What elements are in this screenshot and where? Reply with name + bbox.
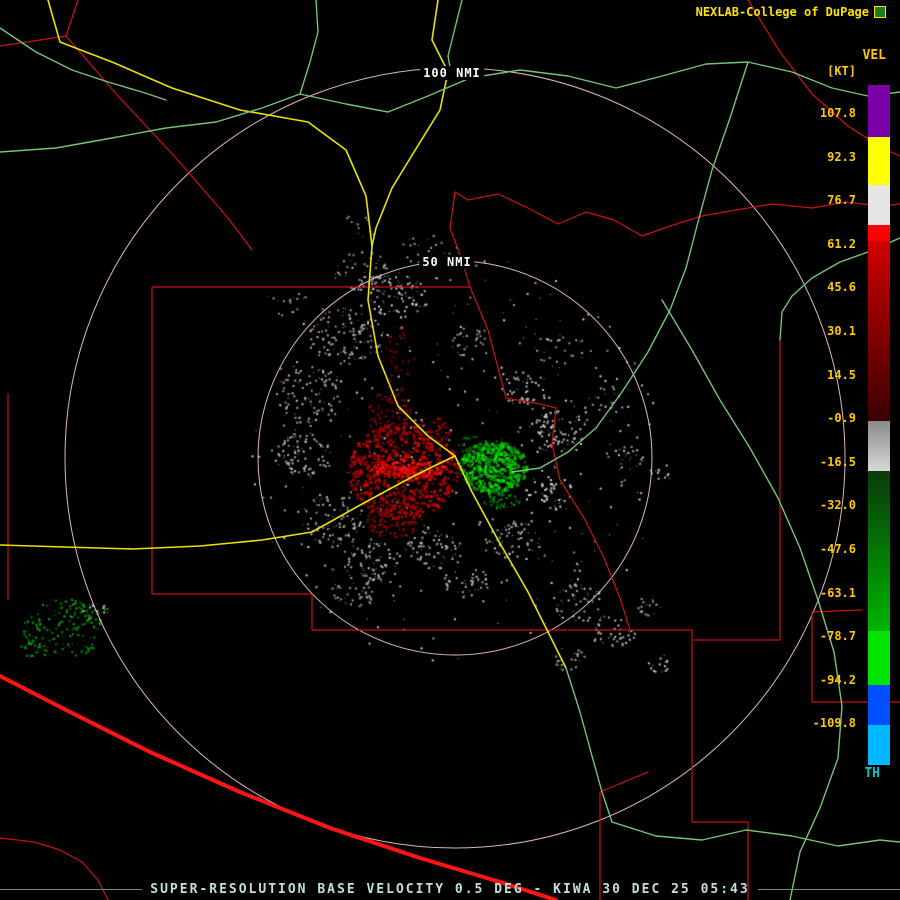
range-ring: [257, 260, 653, 656]
county-borders: [599, 771, 649, 900]
range-ring-label: 100 NMI: [420, 66, 484, 80]
colorbar-segment: [868, 137, 890, 185]
highways: [454, 455, 567, 669]
radar-screen: 100 NMI 50 NMI NEXLAB-College of DuPage V…: [0, 0, 900, 900]
status-divider-right: [757, 889, 900, 890]
county-borders: [449, 191, 471, 288]
county-borders: [469, 286, 631, 631]
rivers: [611, 821, 900, 847]
highways: [371, 0, 449, 247]
scale-unit: [KT]: [827, 64, 856, 78]
scale-threshold-label: TH: [864, 766, 880, 781]
product-status-bar: SUPER-RESOLUTION BASE VELOCITY 0.5 DEG -…: [0, 882, 900, 897]
colorbar-segment: [868, 225, 890, 241]
county-borders: [691, 629, 749, 900]
colorbar-segment: [868, 85, 890, 137]
colorbar-segment: [868, 241, 890, 421]
product-title: SUPER-RESOLUTION BASE VELOCITY 0.5 DEG -…: [150, 882, 750, 897]
international-border: [0, 674, 558, 900]
velocity-colorbar: [868, 85, 890, 765]
rivers: [0, 27, 167, 101]
range-ring-label: 50 NMI: [419, 255, 475, 269]
county-borders: [693, 339, 781, 641]
rivers: [511, 61, 749, 473]
highways: [47, 0, 456, 457]
range-ring: [64, 67, 846, 849]
rivers: [661, 299, 843, 900]
county-borders: [454, 191, 900, 237]
colorbar-segment: [868, 631, 890, 685]
county-borders: [0, 0, 79, 47]
scale-title: VEL: [862, 48, 886, 63]
colorbar-segment: [868, 421, 890, 471]
county-borders: [811, 609, 863, 613]
rivers: [565, 667, 613, 823]
status-divider-left: [0, 889, 143, 890]
colorbar-segment: [868, 471, 890, 631]
cod-logo-icon: [874, 6, 886, 18]
colorbar-segment: [868, 185, 890, 225]
rivers: [299, 0, 319, 95]
county-borders: [65, 35, 253, 251]
colorbar-segment: [868, 725, 890, 765]
map-overlay: [0, 0, 900, 900]
nexlab-title: NEXLAB-College of DuPage: [695, 5, 869, 19]
colorbar-segment: [868, 685, 890, 725]
county-borders: [151, 593, 693, 631]
site-credit: NEXLAB-College of DuPage: [696, 5, 886, 19]
highways: [0, 455, 456, 550]
